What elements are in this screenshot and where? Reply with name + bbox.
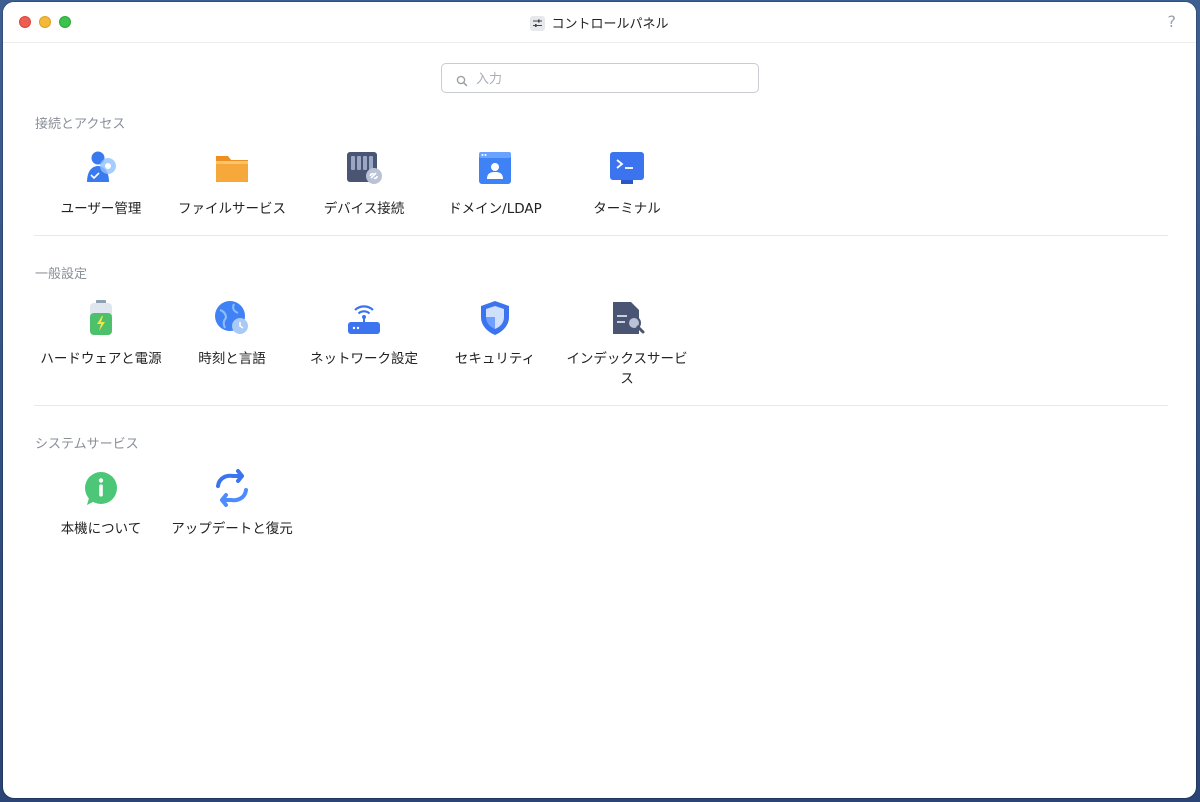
shield-icon (475, 298, 515, 338)
item-label: ドメイン/LDAP (448, 201, 542, 217)
index-search-icon (607, 298, 647, 338)
title-bar: コントロールパネル ? (3, 2, 1196, 43)
item-label: インデックスサービス (566, 351, 688, 387)
nas-device-link-icon (344, 148, 384, 188)
item-label: ユーザー管理 (60, 201, 142, 217)
terminal-icon (607, 148, 647, 188)
item-label: デバイス接続 (323, 201, 405, 217)
section-divider (34, 235, 1168, 236)
search-input[interactable] (474, 67, 748, 91)
item-label: 本機について (60, 521, 142, 537)
battery-icon (81, 298, 121, 338)
section-title-system-services: システムサービス (35, 437, 139, 452)
search-box[interactable] (441, 63, 759, 93)
domain-ldap-item[interactable]: ドメイン/LDAP (429, 148, 561, 219)
item-label: セキュリティ (454, 351, 536, 367)
item-label: ファイルサービス (178, 201, 286, 217)
update-restore-icon (212, 468, 252, 508)
info-icon (81, 468, 121, 508)
terminal-item[interactable]: ターミナル (561, 148, 693, 219)
file-service-item[interactable]: ファイルサービス (166, 148, 298, 219)
device-connection-item[interactable]: デバイス接続 (298, 148, 430, 219)
domain-ldap-icon (475, 148, 515, 188)
search-icon (456, 72, 468, 91)
section-title-general-settings: 一般設定 (35, 267, 88, 282)
about-device-item[interactable]: 本機について (35, 468, 167, 539)
time-language-item[interactable]: 時刻と言語 (166, 298, 298, 369)
hardware-power-item[interactable]: ハードウェアと電源 (35, 298, 167, 369)
item-label: ターミナル (593, 201, 661, 217)
item-label: アップデートと復元 (171, 521, 293, 537)
user-management-icon (81, 148, 121, 188)
security-item[interactable]: セキュリティ (429, 298, 561, 369)
section-title-connection-access: 接続とアクセス (35, 117, 126, 132)
update-restore-item[interactable]: アップデートと復元 (166, 468, 298, 539)
item-label: ハードウェアと電源 (40, 351, 162, 367)
help-button[interactable]: ? (1168, 12, 1177, 31)
index-service-item[interactable]: インデックスサービス (561, 298, 693, 389)
folder-icon (212, 148, 252, 188)
globe-clock-icon (212, 298, 252, 338)
window-title: コントロールパネル (551, 17, 669, 32)
control-panel-window: コントロールパネル ? 接続とアクセス ユーザー管理 (3, 2, 1196, 798)
user-management-item[interactable]: ユーザー管理 (35, 148, 167, 219)
network-settings-item[interactable]: ネットワーク設定 (298, 298, 430, 369)
item-label: ネットワーク設定 (310, 351, 418, 367)
router-wifi-icon (344, 298, 384, 338)
item-label: 時刻と言語 (198, 351, 266, 367)
section-divider (34, 405, 1168, 406)
window-title-area: コントロールパネル (3, 13, 1196, 32)
control-panel-icon (530, 16, 546, 31)
